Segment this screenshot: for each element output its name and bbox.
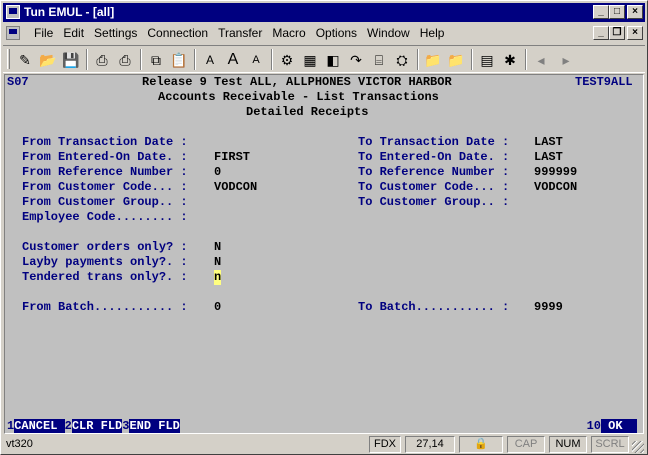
keypad-icon[interactable]: ▤ bbox=[477, 50, 497, 70]
to-entered-on-date-field[interactable]: LAST bbox=[534, 150, 563, 165]
from-reference-number-field[interactable]: 0 bbox=[214, 165, 221, 180]
from-reference-number-label: From Reference Number : bbox=[22, 165, 188, 179]
screen-id: S07 bbox=[7, 75, 29, 89]
to-reference-number-field[interactable]: 999999 bbox=[534, 165, 577, 180]
paste-icon[interactable]: 📋 bbox=[169, 50, 189, 70]
to-batch-label: To Batch........... : bbox=[358, 300, 510, 314]
lock-icon: 🔒 bbox=[474, 438, 488, 450]
to-customer-group-label: To Customer Group.. : bbox=[358, 195, 510, 209]
menu-settings[interactable]: Settings bbox=[89, 26, 142, 40]
config-icon[interactable]: ⛭ bbox=[392, 50, 412, 70]
tendered-trans-only-field[interactable]: n bbox=[214, 270, 222, 285]
fkey-10-number: 10 bbox=[586, 419, 601, 433]
to-customer-code-field[interactable]: VODCON bbox=[534, 180, 577, 195]
menu-connection[interactable]: Connection bbox=[142, 26, 213, 40]
menu-edit[interactable]: Edit bbox=[58, 26, 89, 40]
doc-minimize-button[interactable]: _ bbox=[593, 26, 609, 40]
from-customer-group-label: From Customer Group.. : bbox=[22, 195, 188, 209]
customer-orders-only-label: Customer orders only? : bbox=[22, 240, 188, 254]
copy-icon[interactable]: ⧉ bbox=[146, 50, 166, 70]
terminal-screen[interactable]: S07 Release 9 Test ALL, ALLPHONES VICTOR… bbox=[4, 74, 644, 434]
doc-restore-button[interactable]: ❐ bbox=[609, 26, 625, 40]
minimize-button[interactable]: _ bbox=[593, 5, 609, 19]
from-batch-field[interactable]: 0 bbox=[214, 300, 221, 315]
to-transaction-date-label: To Transaction Date : bbox=[358, 135, 510, 149]
doc-close-button[interactable]: × bbox=[627, 26, 643, 40]
num-indicator: NUM bbox=[549, 436, 587, 453]
employee-code-label: Employee Code........ : bbox=[22, 210, 188, 224]
font-larger-icon[interactable]: A bbox=[246, 50, 266, 70]
menu-bar: File Edit Settings Connection Transfer M… bbox=[3, 23, 645, 43]
from-customer-code-label: From Customer Code... : bbox=[22, 180, 188, 194]
to-entered-on-date-label: To Entered-On Date. : bbox=[358, 150, 510, 164]
resize-grip[interactable] bbox=[632, 441, 644, 453]
menu-window[interactable]: Window bbox=[362, 26, 415, 40]
ok-button[interactable]: OK bbox=[600, 419, 637, 433]
document-icon[interactable] bbox=[6, 26, 20, 40]
lock-indicator: 🔒 bbox=[459, 436, 503, 453]
app-icon[interactable] bbox=[6, 5, 20, 19]
window-title: Tun EMUL - [all] bbox=[24, 5, 115, 19]
customer-orders-only-field[interactable]: N bbox=[214, 240, 221, 255]
forward-icon[interactable]: ▸ bbox=[556, 50, 576, 70]
duplex-mode: FDX bbox=[369, 436, 401, 453]
clear-field-button[interactable]: CLR FLD bbox=[71, 419, 123, 433]
tools-icon[interactable]: ✱ bbox=[500, 50, 520, 70]
app-window: Tun EMUL - [all] _ □ × File Edit Setting… bbox=[0, 0, 648, 455]
header-line-2: Accounts Receivable - List Transactions bbox=[158, 90, 439, 104]
header-line-1: Release 9 Test ALL, ALLPHONES VICTOR HAR… bbox=[142, 75, 452, 89]
tendered-trans-only-label: Tendered trans only?. : bbox=[22, 270, 188, 284]
keyboard-icon[interactable]: ▦ bbox=[300, 50, 320, 70]
print-setup-icon[interactable]: ⎙ bbox=[115, 50, 135, 70]
scroll-indicator: SCRL bbox=[591, 436, 629, 453]
save-icon[interactable]: 💾 bbox=[61, 50, 81, 70]
window-controls: _ □ × bbox=[593, 5, 643, 19]
title-bar[interactable]: Tun EMUL - [all] _ □ × bbox=[3, 3, 645, 22]
print-screen-icon[interactable]: ⌸ bbox=[369, 50, 389, 70]
function-keys: 1CANCEL 2CLR FLD3END FLD bbox=[7, 419, 180, 433]
program-id: TEST9ALL bbox=[575, 75, 633, 89]
ok-key: 10 OK bbox=[587, 419, 637, 433]
close-button[interactable]: × bbox=[627, 5, 643, 19]
from-transaction-date-label: From Transaction Date : bbox=[22, 135, 188, 149]
macro-icon[interactable]: ◧ bbox=[323, 50, 343, 70]
layby-payments-only-field[interactable]: N bbox=[214, 255, 221, 270]
maximize-button[interactable]: □ bbox=[609, 5, 625, 19]
folder-receive-icon[interactable]: 📁 bbox=[446, 50, 466, 70]
from-entered-on-date-field[interactable]: FIRST bbox=[214, 150, 250, 165]
connect-icon[interactable]: ✎ bbox=[15, 50, 35, 70]
print-icon[interactable]: ⎙ bbox=[92, 50, 112, 70]
to-transaction-date-field[interactable]: LAST bbox=[534, 135, 563, 150]
menu-transfer[interactable]: Transfer bbox=[213, 26, 267, 40]
back-icon[interactable]: ◂ bbox=[531, 50, 551, 70]
color-icon[interactable]: ⚙ bbox=[277, 50, 297, 70]
to-customer-code-label: To Customer Code... : bbox=[358, 180, 510, 194]
toolbar-grip[interactable] bbox=[7, 49, 10, 69]
layby-payments-only-label: Layby payments only?. : bbox=[22, 255, 188, 269]
menu-file[interactable]: File bbox=[29, 26, 58, 40]
menu-help[interactable]: Help bbox=[415, 26, 450, 40]
caps-indicator: CAP bbox=[507, 436, 545, 453]
menu-options[interactable]: Options bbox=[311, 26, 362, 40]
status-bar: vt320 FDX 27,14 🔒 CAP NUM SCRL bbox=[3, 435, 645, 454]
terminal-type: vt320 bbox=[6, 438, 33, 450]
from-customer-code-field[interactable]: VODCON bbox=[214, 180, 257, 195]
header-line-3: Detailed Receipts bbox=[246, 105, 369, 119]
font-smaller-icon[interactable]: A bbox=[200, 50, 220, 70]
end-field-button[interactable]: END FLD bbox=[129, 419, 180, 433]
to-reference-number-label: To Reference Number : bbox=[358, 165, 510, 179]
cancel-button[interactable]: CANCEL bbox=[14, 419, 65, 433]
from-entered-on-date-label: From Entered-On Date. : bbox=[22, 150, 188, 164]
toolbar: ✎ 📂 💾 ⎙ ⎙ ⧉ 📋 A A A ⚙ ▦ ◧ ↷ ⌸ ⛭ 📁 📁 ▤ ✱ … bbox=[3, 45, 645, 73]
cursor-position: 27,14 bbox=[405, 436, 455, 453]
document-controls: _ ❐ × bbox=[593, 26, 643, 40]
hotspot-icon[interactable]: ↷ bbox=[346, 50, 366, 70]
from-batch-label: From Batch........... : bbox=[22, 300, 188, 314]
menu-macro[interactable]: Macro bbox=[267, 26, 310, 40]
font-icon[interactable]: A bbox=[223, 50, 243, 70]
to-batch-field[interactable]: 9999 bbox=[534, 300, 563, 315]
fkey-2-number: 2 bbox=[64, 419, 72, 433]
folder-send-icon[interactable]: 📁 bbox=[423, 50, 443, 70]
open-icon[interactable]: 📂 bbox=[38, 50, 58, 70]
